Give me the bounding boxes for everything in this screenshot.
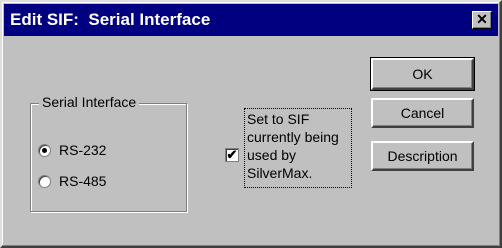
checkmark-icon: ✔ [226, 147, 238, 162]
description-button[interactable]: Description [371, 141, 474, 171]
cancel-button[interactable]: Cancel [371, 98, 474, 128]
radio-button-selected[interactable] [38, 143, 51, 157]
close-button[interactable]: ✕ [472, 11, 492, 29]
radio-rs485[interactable]: RS-485 [38, 173, 106, 189]
radio-rs232[interactable]: RS-232 [38, 142, 106, 158]
radio-dot-icon [42, 147, 47, 153]
radio-label-rs485: RS-485 [59, 173, 107, 189]
group-label: Serial Interface [39, 94, 140, 110]
window-title: Edit SIF: Serial Interface [10, 10, 211, 29]
edit-sif-dialog: Edit SIF: Serial Interface ✕ OK Cancel D… [0, 0, 502, 248]
set-current-sif-checkbox[interactable]: ✔ [225, 148, 239, 162]
ok-button[interactable]: OK [370, 57, 475, 91]
radio-button[interactable] [38, 174, 51, 188]
set-current-sif-label[interactable]: Set to SIF currently being used by Silve… [244, 108, 352, 188]
title-bar[interactable]: Edit SIF: Serial Interface ✕ [4, 4, 498, 36]
close-icon: ✕ [476, 11, 488, 27]
radio-label-rs232: RS-232 [59, 142, 107, 158]
